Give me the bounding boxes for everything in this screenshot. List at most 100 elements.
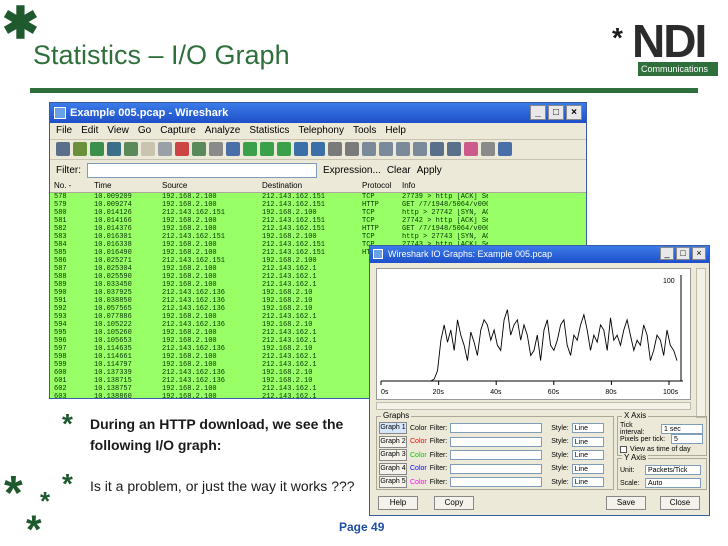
table-row[interactable]: 583 10.016301 212.143.162.151 192.168.2.100… — [50, 233, 586, 241]
clear-button[interactable]: Clear — [387, 165, 411, 176]
io-close-window-button[interactable]: × — [692, 247, 706, 260]
go-to-packet-icon[interactable] — [277, 142, 291, 156]
capture-filters-icon[interactable] — [430, 142, 444, 156]
reload-icon[interactable] — [192, 142, 206, 156]
tick-interval-select[interactable]: 1 sec — [661, 424, 703, 434]
graph-filter-input[interactable] — [450, 463, 543, 474]
normal-size-icon[interactable] — [396, 142, 410, 156]
graph-toggle-button[interactable]: Graph 2 — [379, 435, 407, 448]
graph-style-select[interactable]: Line — [571, 436, 604, 447]
cell-time: 10.114797 — [94, 361, 132, 369]
cell-source: 192.168.2.100 — [162, 361, 217, 369]
table-row[interactable]: 582 10.014376 192.168.2.100 212.143.162.151… — [50, 225, 586, 233]
minimize-button[interactable]: _ — [530, 105, 546, 120]
wireshark-titlebar[interactable]: Example 005.pcap - Wireshark _ □ × — [50, 103, 586, 123]
menu-file[interactable]: File — [56, 123, 72, 139]
graph-style-select[interactable]: Line — [571, 477, 604, 487]
zoom-out-icon[interactable] — [379, 142, 393, 156]
cell-time: 10.114635 — [94, 345, 132, 353]
graph-filter-input[interactable] — [450, 477, 543, 487]
graph-toggle-button[interactable]: Graph 5 — [379, 476, 407, 488]
scale-select[interactable]: Auto — [645, 478, 701, 488]
view-time-checkbox[interactable] — [620, 446, 627, 453]
io-vertical-scrollbar[interactable] — [696, 268, 706, 418]
graph-style-select[interactable]: Line — [571, 450, 604, 460]
restart-capture-icon[interactable] — [124, 142, 138, 156]
autoscroll-icon[interactable] — [345, 142, 359, 156]
menu-tools[interactable]: Tools — [353, 123, 376, 139]
graph-filter-input[interactable] — [450, 436, 543, 447]
graph-style-select[interactable]: Line — [571, 463, 604, 474]
unit-select[interactable]: Packets/Tick — [645, 465, 701, 475]
menu-view[interactable]: View — [107, 123, 129, 139]
column-header-time[interactable]: Time — [90, 181, 158, 192]
go-forward-icon[interactable] — [260, 142, 274, 156]
title-divider — [30, 88, 698, 93]
table-row[interactable]: 578 10.009209 192.168.2.100 212.143.162.151… — [50, 193, 586, 201]
menu-edit[interactable]: Edit — [81, 123, 98, 139]
find-packet-icon[interactable] — [226, 142, 240, 156]
io-maximize-button[interactable]: □ — [676, 247, 690, 260]
graph-filter-label: Filter: — [429, 438, 448, 445]
maximize-button[interactable]: □ — [548, 105, 564, 120]
save-button[interactable]: Save — [606, 496, 646, 510]
column-header-info[interactable]: Info — [398, 181, 488, 192]
table-row[interactable]: 581 10.014166 192.168.2.100 212.143.162.151… — [50, 217, 586, 225]
print-icon[interactable] — [209, 142, 223, 156]
close-button[interactable]: Close — [660, 496, 700, 510]
graph-filter-input[interactable] — [450, 450, 543, 460]
help-icon[interactable] — [498, 142, 512, 156]
interfaces-icon[interactable] — [56, 142, 70, 156]
graph-color-label: Color — [410, 451, 427, 459]
graph-toggle-button[interactable]: Graph 3 — [379, 449, 407, 461]
display-filters-icon[interactable] — [447, 142, 461, 156]
io-minimize-button[interactable]: _ — [660, 247, 674, 260]
graph-style-select[interactable]: Line — [571, 423, 604, 433]
capture-options-icon[interactable] — [73, 142, 87, 156]
pixels-per-tick-select[interactable]: 5 — [671, 434, 703, 444]
display-filter-input[interactable] — [87, 163, 317, 178]
wireshark-app-icon — [54, 107, 66, 119]
io-graph-plot[interactable]: 100 0s 20s 40s 60s 80s 100s — [376, 268, 691, 400]
menu-help[interactable]: Help — [385, 123, 406, 139]
open-file-icon[interactable] — [141, 142, 155, 156]
logo-star-icon: * — [612, 22, 623, 53]
io-graph-titlebar[interactable]: Wireshark IO Graphs: Example 005.pcap _ … — [370, 246, 709, 263]
decorative-star-icon: * — [26, 508, 42, 546]
menu-analyze[interactable]: Analyze — [205, 123, 241, 139]
table-row[interactable]: 579 10.009274 192.168.2.100 212.143.162.151… — [50, 201, 586, 209]
copy-button[interactable]: Copy — [434, 496, 474, 510]
graph-toggle-button[interactable]: Graph 1 — [379, 422, 407, 434]
close-file-icon[interactable] — [175, 142, 189, 156]
stop-capture-icon[interactable] — [107, 142, 121, 156]
column-header-source[interactable]: Source — [158, 181, 258, 192]
menu-statistics[interactable]: Statistics — [249, 123, 289, 139]
save-file-icon[interactable] — [158, 142, 172, 156]
preferences-icon[interactable] — [481, 142, 495, 156]
graph-toggle-button[interactable]: Graph 4 — [379, 462, 407, 475]
go-back-icon[interactable] — [243, 142, 257, 156]
column-header-protocol[interactable]: Protocol — [358, 181, 398, 192]
cell-no: 582 — [54, 225, 67, 233]
help-button[interactable]: Help — [378, 496, 418, 510]
cell-time: 10.016338 — [94, 241, 132, 249]
last-packet-icon[interactable] — [311, 142, 325, 156]
menu-capture[interactable]: Capture — [160, 123, 196, 139]
table-row[interactable]: 580 10.014126 212.143.162.151 192.168.2.100… — [50, 209, 586, 217]
close-button[interactable]: × — [566, 105, 582, 120]
io-horizontal-scrollbar[interactable] — [376, 402, 691, 410]
expression-button[interactable]: Expression... — [323, 165, 381, 176]
column-header-no[interactable]: No. - — [50, 181, 90, 192]
zoom-in-icon[interactable] — [362, 142, 376, 156]
first-packet-icon[interactable] — [294, 142, 308, 156]
colorize-icon[interactable] — [328, 142, 342, 156]
column-header-destination[interactable]: Destination — [258, 181, 358, 192]
menu-telephony[interactable]: Telephony — [298, 123, 344, 139]
coloring-rules-icon[interactable] — [464, 142, 478, 156]
graph-filter-input[interactable] — [450, 423, 543, 433]
start-capture-icon[interactable] — [90, 142, 104, 156]
apply-button[interactable]: Apply — [417, 165, 442, 176]
menu-go[interactable]: Go — [138, 123, 151, 139]
resize-columns-icon[interactable] — [413, 142, 427, 156]
cell-protocol: TCP — [362, 233, 375, 241]
